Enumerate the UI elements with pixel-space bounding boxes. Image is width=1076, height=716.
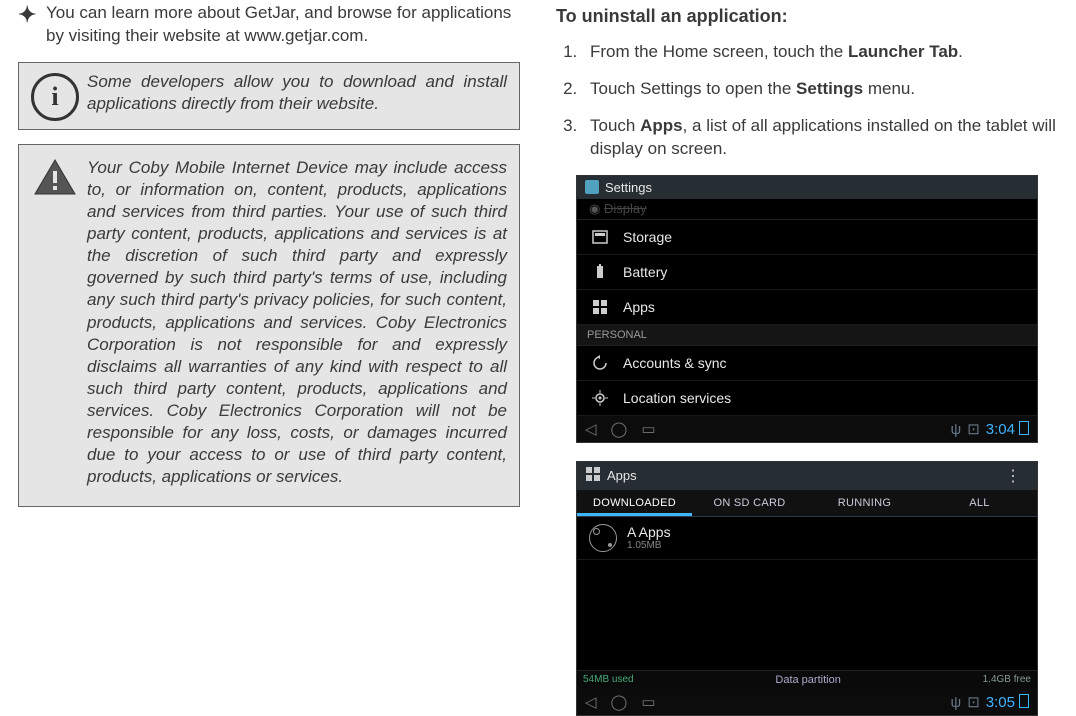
settings-row-accounts[interactable]: Accounts & sync (577, 346, 1037, 381)
empty-space (577, 560, 1037, 670)
info-box-2: Your Coby Mobile Internet Device may inc… (18, 144, 520, 507)
recent-icon[interactable]: ▭ (641, 694, 655, 711)
info-message-2: Your Coby Mobile Internet Device may inc… (81, 157, 509, 488)
warning-icon (29, 157, 81, 195)
app-size: 1.05MB (627, 540, 671, 551)
navbar-1: ◁ ◯ ▭ ψ ⊡ 3:04 (577, 416, 1037, 442)
debug-icon: ⊡ (967, 421, 980, 438)
menu-icon[interactable]: ⋮ (1005, 466, 1029, 486)
settings-row-location[interactable]: Location services (577, 381, 1037, 416)
step-1: From the Home screen, touch the Launcher… (582, 41, 1058, 64)
debug-icon: ⊡ (967, 694, 980, 711)
sync-icon (591, 355, 609, 371)
clock-2: 3:05 (986, 694, 1015, 711)
back-icon[interactable]: ◁ (585, 421, 597, 438)
settings-title-icon (585, 180, 599, 194)
step-2: Touch Settings to open the Settings menu… (582, 78, 1058, 101)
app-icon (589, 524, 617, 552)
back-icon[interactable]: ◁ (585, 694, 597, 711)
usb-icon: ψ (951, 421, 962, 438)
storage-icon (591, 229, 609, 245)
app-name: A Apps (627, 524, 671, 540)
battery-status-icon (1019, 421, 1029, 435)
battery-icon (591, 264, 609, 280)
tab-running[interactable]: RUNNING (807, 490, 922, 516)
apps-title-icon (585, 466, 601, 485)
settings-row-apps[interactable]: Apps (577, 290, 1037, 325)
screenshot-apps: Apps ⋮ DOWNLOADED ON SD CARD RUNNING ALL… (576, 461, 1038, 716)
heading-uninstall: To uninstall an application: (556, 6, 1058, 27)
data-partition-bar: 54MB used Data partition 1.4GB free (577, 670, 1037, 689)
bullet-text: You can learn more about GetJar, and bro… (42, 2, 520, 48)
data-free: 1.4GB free (983, 674, 1031, 685)
info-icon: i (29, 71, 81, 121)
step-3: Touch Apps, a list of all applications i… (582, 115, 1058, 161)
tab-all[interactable]: ALL (922, 490, 1037, 516)
bullet-icon: ✦ (18, 2, 42, 26)
navbar-2: ◁ ◯ ▭ ψ ⊡ 3:05 (577, 689, 1037, 715)
app-list-item[interactable]: A Apps 1.05MB (577, 517, 1037, 560)
settings-row-battery[interactable]: Battery (577, 255, 1037, 290)
home-icon[interactable]: ◯ (611, 421, 628, 438)
clock-1: 3:04 (986, 421, 1015, 438)
data-used: 54MB used (583, 674, 634, 685)
usb-icon: ψ (951, 694, 962, 711)
tab-downloaded[interactable]: DOWNLOADED (577, 490, 692, 516)
settings-section-personal: PERSONAL (577, 325, 1037, 346)
tab-sdcard[interactable]: ON SD CARD (692, 490, 807, 516)
bullet-item: ✦ You can learn more about GetJar, and b… (18, 2, 520, 48)
apps-titlebar: Apps ⋮ (577, 462, 1037, 490)
settings-titlebar: Settings (577, 176, 1037, 199)
recent-icon[interactable]: ▭ (641, 421, 655, 438)
location-icon (591, 390, 609, 406)
apps-icon (591, 299, 609, 315)
data-label: Data partition (775, 674, 840, 686)
settings-row-display[interactable]: ◉ Display (577, 199, 1037, 220)
home-icon[interactable]: ◯ (611, 694, 628, 711)
info-message-1: Some developers allow you to download an… (81, 71, 509, 115)
screenshot-settings: Settings ◉ Display Storage Battery Apps … (576, 175, 1038, 443)
settings-row-storage[interactable]: Storage (577, 220, 1037, 255)
steps-list: From the Home screen, touch the Launcher… (556, 41, 1058, 161)
apps-tabs: DOWNLOADED ON SD CARD RUNNING ALL (577, 490, 1037, 517)
info-box-1: i Some developers allow you to download … (18, 62, 520, 130)
